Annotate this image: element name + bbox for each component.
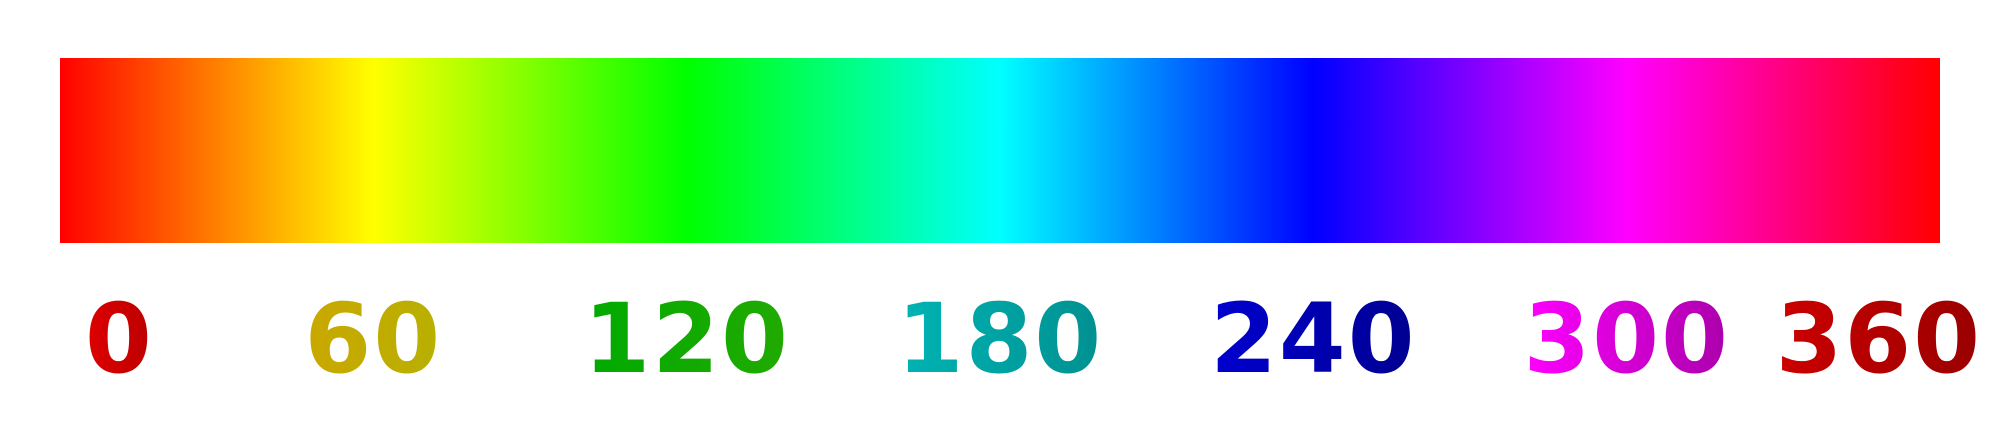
- hue-label-300: 300: [1523, 283, 1730, 395]
- hue-label-180: 180: [896, 283, 1104, 395]
- hue-label-0: 0: [85, 283, 154, 395]
- hue-spectrum-fill: [60, 58, 1940, 243]
- hue-scale-diagram: { "hue_scale": { "stops": [ { "hue": 0, …: [0, 0, 2000, 433]
- hue-label-360: 360: [1775, 283, 1982, 395]
- hue-label-240: 240: [1210, 283, 1417, 395]
- hue-label-60: 60: [304, 283, 443, 395]
- hue-label-120: 120: [583, 283, 790, 395]
- hue-spectrum-bar: [60, 58, 1940, 243]
